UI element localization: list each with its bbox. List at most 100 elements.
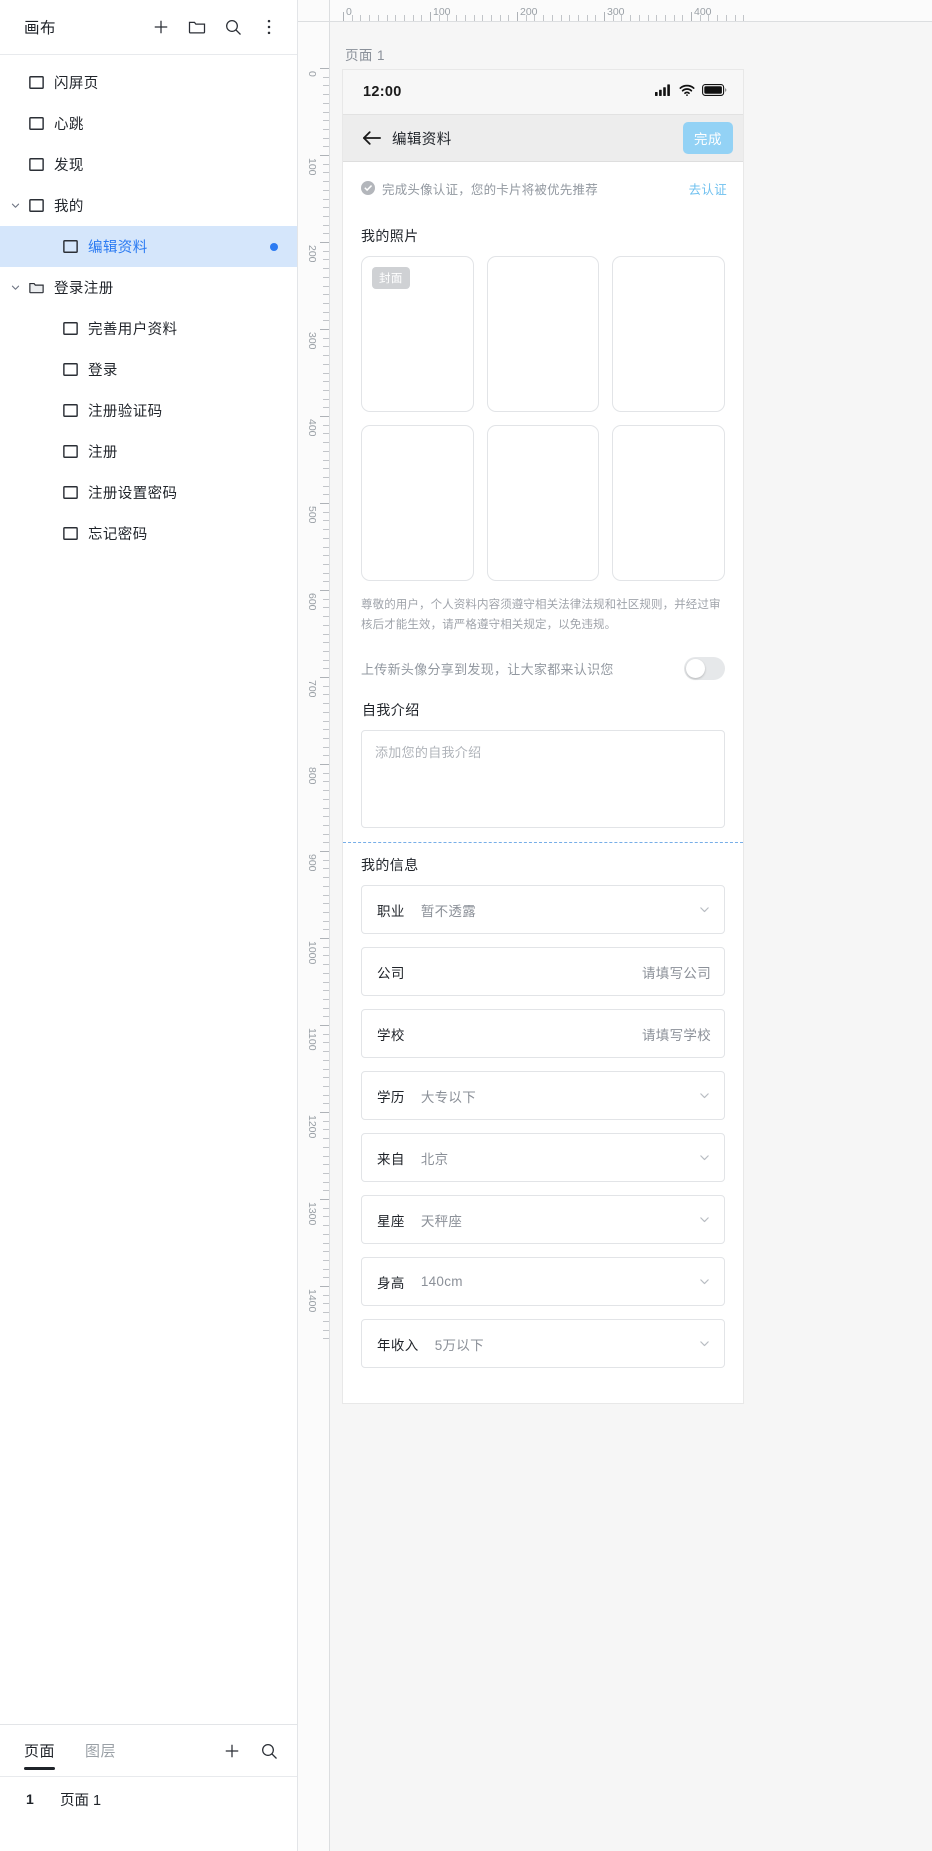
form-row-来自[interactable]: 来自 北京	[361, 1133, 725, 1183]
ruler-tick	[323, 755, 329, 757]
chevron-down-icon[interactable]	[698, 1089, 711, 1102]
tab-layers[interactable]: 图层	[85, 1725, 116, 1777]
ruler-tick	[351, 15, 353, 21]
form-row-公司[interactable]: 公司 请填写公司	[361, 947, 725, 997]
ruler-tick	[525, 15, 527, 21]
ruler-vertical: 0 100 200 300 400 500 600 700 800 900 1000 1100 1200…	[298, 22, 330, 1851]
ruler-tick	[412, 15, 414, 21]
sidebar-item-10[interactable]: 注册	[0, 431, 297, 472]
sidebar-bottom-panel: 页面 图层 1 页面 1	[0, 1724, 297, 1851]
form-row-星座[interactable]: 星座 天秤座	[361, 1195, 725, 1245]
chevron-down-icon[interactable]	[698, 1151, 711, 1164]
sidebar-item-label: 登录注册	[54, 281, 114, 297]
ruler-tick	[320, 68, 329, 69]
ruler-tick	[323, 633, 329, 635]
sidebar-item-label: 心跳	[54, 117, 84, 133]
folder-icon[interactable]	[187, 17, 207, 37]
chevron-down-icon[interactable]	[698, 1337, 711, 1350]
ruler-tick	[323, 1242, 329, 1244]
ruler-tick	[323, 929, 329, 931]
sidebar-item-2[interactable]: 心跳	[0, 103, 297, 144]
artboard-icon	[28, 197, 45, 214]
ruler-tick	[323, 1294, 329, 1296]
ruler-tick	[725, 15, 727, 21]
sidebar-item-6[interactable]: 登录注册	[0, 267, 297, 308]
field-value[interactable]: 暂不透露	[421, 900, 476, 920]
ruler-tick	[323, 337, 329, 339]
field-value[interactable]: 请填写公司	[642, 962, 711, 982]
status-icons	[655, 83, 727, 101]
ruler-tick	[320, 416, 329, 417]
photo-slot-5[interactable]	[486, 425, 600, 581]
arrow-left-icon[interactable]	[361, 129, 383, 147]
share-toggle[interactable]	[684, 657, 725, 681]
field-label: 学历	[377, 1089, 405, 1105]
photo-slot-6[interactable]	[612, 425, 725, 581]
photo-slot-3[interactable]	[612, 256, 725, 412]
field-value[interactable]: 请填写学校	[642, 1024, 711, 1044]
ruler-tick	[323, 1233, 329, 1235]
sidebar-item-3[interactable]: 发现	[0, 144, 297, 185]
ruler-tick	[656, 15, 658, 21]
chevron-down-icon[interactable]	[8, 199, 22, 213]
tab-pages[interactable]: 页面	[24, 1725, 56, 1777]
ruler-tick	[323, 372, 329, 374]
ruler-tick	[323, 311, 329, 313]
field-value[interactable]: 140cm	[421, 1274, 463, 1289]
ruler-horizontal: 0 100 200 300 400	[298, 0, 932, 22]
photo-slot-1[interactable]: 封面	[361, 256, 474, 412]
form-row-身高[interactable]: 身高 140cm	[361, 1257, 725, 1307]
plus-icon[interactable]	[222, 1741, 242, 1761]
list-item[interactable]: 1 页面 1	[0, 1777, 297, 1821]
ruler-tick	[323, 694, 329, 696]
sidebar-item-11[interactable]: 注册设置密码	[0, 472, 297, 513]
photo-slot-2[interactable]	[486, 256, 600, 412]
field-value[interactable]: 天秤座	[421, 1210, 462, 1230]
search-icon[interactable]	[223, 17, 243, 37]
ruler-tick	[320, 329, 329, 330]
chevron-down-icon[interactable]	[698, 1213, 711, 1226]
field-value[interactable]: 5万以下	[435, 1334, 484, 1354]
ruler-tick	[323, 1085, 329, 1087]
ruler-tick	[377, 15, 379, 21]
field-value[interactable]: 北京	[421, 1148, 449, 1168]
ruler-tick	[630, 15, 632, 21]
plus-icon[interactable]	[151, 17, 171, 37]
artboard-label[interactable]: 页面 1	[343, 44, 743, 64]
chevron-down-icon[interactable]	[8, 281, 22, 295]
chevron-down-icon[interactable]	[698, 903, 711, 916]
status-time: 12:00	[363, 84, 402, 100]
go-verify-link[interactable]: 去认证	[689, 179, 727, 198]
photos-section-title: 我的照片	[361, 228, 419, 244]
sidebar-item-1[interactable]: 闪屏页	[0, 62, 297, 103]
sidebar-item-12[interactable]: 忘记密码	[0, 513, 297, 554]
form-row-学历[interactable]: 学历 大专以下	[361, 1071, 725, 1121]
save-button[interactable]: 完成	[683, 122, 733, 154]
form-row-职业[interactable]: 职业 暂不透露	[361, 885, 725, 935]
sidebar-item-label: 注册	[88, 445, 118, 461]
form-row-年收入[interactable]: 年收入 5万以下	[361, 1319, 725, 1369]
ruler-label: 1100	[306, 1028, 318, 1051]
artboard-icon	[62, 320, 79, 337]
sidebar-item-label: 完善用户资料	[88, 322, 178, 338]
self-intro-input[interactable]: 添加您的自我介绍	[361, 730, 725, 829]
ruler-tick	[647, 15, 649, 21]
ruler-tick	[360, 15, 362, 21]
field-label: 职业	[377, 903, 405, 919]
sidebar-item-9[interactable]: 注册验证码	[0, 390, 297, 431]
artboard[interactable]: 12:00 编辑资料 完成 完成头像认证，您的卡片将被优先推荐 去认证 我的照片…	[343, 70, 743, 1404]
form-row-学校[interactable]: 学校 请填写学校	[361, 1009, 725, 1059]
chevron-down-icon[interactable]	[698, 1275, 711, 1288]
sidebar-item-8[interactable]: 登录	[0, 349, 297, 390]
sidebar-item-5[interactable]: 编辑资料	[0, 226, 297, 267]
canvas-area[interactable]: 0 100 200 300 400 0 100 200 300 400 500 600 700 800 9…	[298, 0, 932, 1851]
ruler-label: 400	[306, 419, 318, 437]
photo-slot-4[interactable]	[361, 425, 474, 581]
sidebar-item-7[interactable]: 完善用户资料	[0, 308, 297, 349]
sidebar-item-4[interactable]: 我的	[0, 185, 297, 226]
more-options-icon[interactable]	[259, 17, 279, 37]
search-icon[interactable]	[259, 1741, 279, 1761]
ruler-tick	[386, 15, 388, 21]
field-value[interactable]: 大专以下	[421, 1086, 476, 1106]
